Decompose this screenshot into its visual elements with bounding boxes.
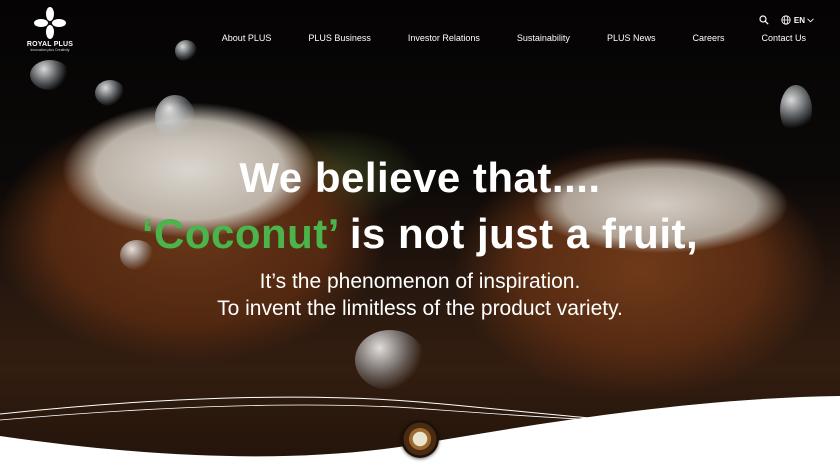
nav-item-sustainability[interactable]: Sustainability [517,33,570,43]
hero-headline-line1: We believe that.... [239,154,601,201]
chevron-down-icon [807,16,814,25]
logo-mark-icon [34,7,66,39]
hero-banner: ROYAL PLUS Innovation plus Creativity EN… [0,0,840,472]
water-droplet [155,95,195,139]
language-selector[interactable]: EN [780,14,814,26]
water-droplet [30,60,70,90]
water-droplet [780,85,812,135]
nav-item-business[interactable]: PLUS Business [308,33,371,43]
hero-headline-line2-rest: is not just a fruit, [337,210,699,257]
language-label: EN [793,15,805,25]
hero-subtitle-line2: To invent the limitless of the product v… [217,297,623,320]
hero-highlight-coconut: ‘Coconut’ [141,210,338,257]
nav-item-about[interactable]: About PLUS [222,33,272,43]
hero-subtitle-line1: It’s the phenomenon of inspiration. [259,270,581,293]
globe-icon [780,14,792,26]
nav-item-careers[interactable]: Careers [692,33,724,43]
water-droplet [355,330,425,390]
brand-logo[interactable]: ROYAL PLUS Innovation plus Creativity [26,6,74,54]
main-nav: About PLUS PLUS Business Investor Relati… [222,33,806,43]
nav-item-contact[interactable]: Contact Us [761,33,806,43]
utility-bar: EN [758,14,814,26]
hero-headline-line2: ‘Coconut’ is not just a fruit, [0,210,840,258]
water-droplet [175,40,197,62]
nav-item-news[interactable]: PLUS News [607,33,656,43]
brand-tagline: Innovation plus Creativity [30,48,70,52]
nav-item-investor-relations[interactable]: Investor Relations [408,33,480,43]
scroll-down-coconut-button[interactable] [401,420,439,458]
search-icon[interactable] [758,14,770,26]
brand-name: ROYAL PLUS [26,41,74,48]
water-droplet [95,80,125,106]
